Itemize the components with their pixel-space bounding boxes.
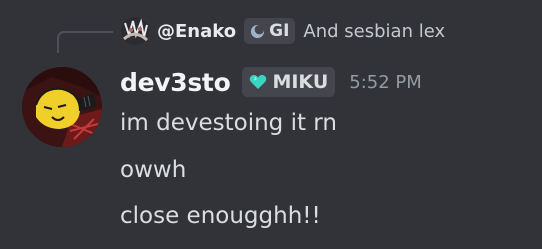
reply-avatar[interactable]	[119, 17, 151, 45]
user-guild-tag[interactable]: MIKU	[242, 67, 336, 97]
message-header: dev3sto MIKU 5:52 PM	[120, 66, 422, 98]
reply-guild-tag[interactable]: GI	[244, 18, 296, 44]
reply-preview[interactable]: @Enako GI And sesbian lex	[119, 17, 445, 45]
moon-icon	[251, 24, 265, 38]
message-text: owwh	[120, 157, 187, 183]
reply-guild-tag-label: GI	[269, 21, 290, 41]
reply-author[interactable]: @Enako	[157, 21, 236, 42]
heart-icon	[250, 75, 267, 89]
message-text: im devestoing it rn	[120, 110, 337, 136]
message-timestamp[interactable]: 5:52 PM	[349, 72, 422, 93]
user-guild-tag-label: MIKU	[272, 71, 329, 93]
user-avatar[interactable]	[22, 67, 102, 147]
username[interactable]: dev3sto	[120, 68, 231, 97]
message-text: close enougghh!!	[120, 203, 321, 229]
reply-text[interactable]: And sesbian lex	[303, 21, 445, 42]
reply-connector	[57, 31, 113, 53]
chat-message: @Enako GI And sesbian lex dev3sto MIKU 5…	[0, 0, 542, 249]
